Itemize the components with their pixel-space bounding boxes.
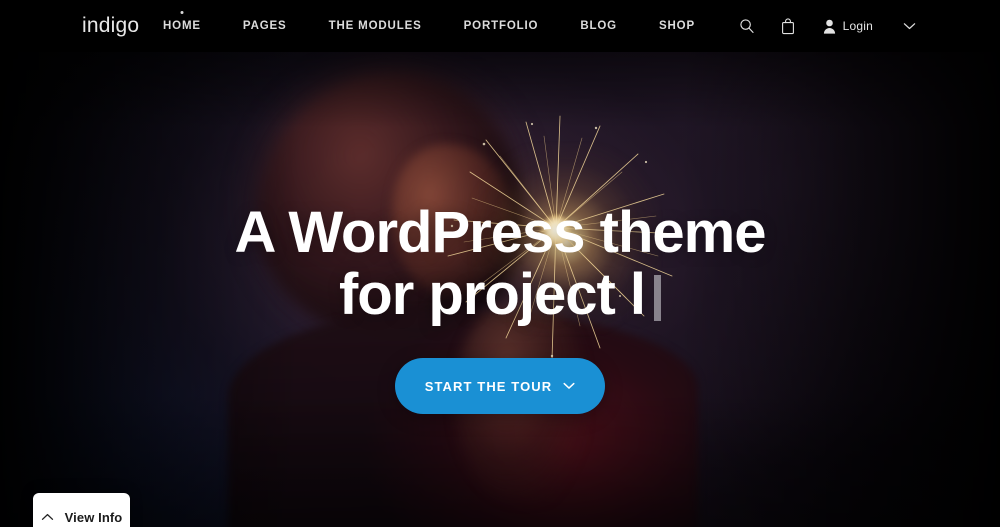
nav-item-label: THE MODULES — [328, 20, 422, 32]
nav-item-label: BLOG — [580, 20, 617, 32]
search-icon — [739, 19, 754, 33]
hero-title-line-2: for project l — [338, 262, 646, 327]
start-the-tour-label: START THE TOUR — [424, 378, 553, 394]
hero-title-line-2-wrap: for project l — [235, 264, 766, 326]
typing-cursor — [654, 275, 661, 321]
chevron-up-icon — [41, 513, 53, 520]
hero-content: A WordPress theme for project l START TH… — [0, 52, 1000, 527]
hero-title: A WordPress theme for project l — [234, 200, 767, 326]
header-actions: Login — [739, 0, 916, 52]
chevron-down-icon — [903, 23, 916, 30]
page-root: indigo HOME PAGES THE MODULES PORTFOLIO … — [0, 0, 1000, 527]
site-header: indigo HOME PAGES THE MODULES PORTFOLIO … — [0, 0, 1000, 52]
start-the-tour-button[interactable]: START THE TOUR — [394, 358, 606, 414]
nav-item-the-modules[interactable]: THE MODULES — [329, 0, 422, 52]
cart-button[interactable] — [781, 17, 795, 35]
nav-item-home[interactable]: HOME — [163, 0, 201, 52]
search-button[interactable] — [739, 18, 755, 34]
hero-section: A WordPress theme for project l START TH… — [0, 52, 1000, 527]
login-button[interactable]: Login — [823, 19, 873, 34]
nav-item-portfolio[interactable]: PORTFOLIO — [464, 0, 539, 52]
shopping-bag-icon — [781, 17, 794, 34]
nav-item-label: PAGES — [242, 20, 287, 32]
nav-item-blog[interactable]: BLOG — [580, 0, 617, 52]
login-label: Login — [842, 19, 873, 33]
nav-item-label: HOME — [163, 20, 201, 32]
header-dropdown-button[interactable] — [903, 22, 916, 30]
nav-item-label: SHOP — [658, 20, 695, 32]
active-indicator-dot — [180, 11, 184, 14]
chevron-down-icon — [563, 382, 575, 389]
site-logo[interactable]: indigo — [82, 13, 139, 39]
view-info-button[interactable]: View Info — [33, 493, 130, 527]
nav-item-shop[interactable]: SHOP — [659, 0, 695, 52]
main-navigation: HOME PAGES THE MODULES PORTFOLIO BLOG SH… — [163, 0, 695, 52]
view-info-label: View Info — [64, 509, 123, 525]
user-icon — [823, 19, 835, 34]
hero-title-line-1: A WordPress theme — [234, 200, 767, 265]
nav-item-label: PORTFOLIO — [463, 20, 539, 32]
nav-item-pages[interactable]: PAGES — [243, 0, 287, 52]
